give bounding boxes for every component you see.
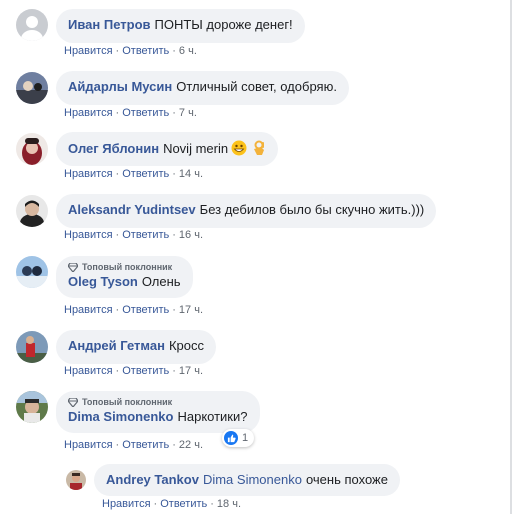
like-button[interactable]: Нравится <box>102 498 151 510</box>
top-fan-badge: Топовый поклонник <box>68 262 181 272</box>
avatar[interactable] <box>16 391 48 423</box>
comment-time[interactable]: 16 ч. <box>179 229 203 241</box>
comment-text: Отличный совет, одобряю. <box>176 79 337 94</box>
comment-actions: Нравится · Ответить · 22 ч. <box>64 439 204 451</box>
reply-button[interactable]: Ответить <box>122 107 169 119</box>
comment-author[interactable]: Олег Яблонин <box>68 141 159 156</box>
like-button[interactable]: Нравится <box>64 365 113 377</box>
comment-time[interactable]: 17 ч. <box>179 304 203 316</box>
reply-button[interactable]: Ответить <box>122 229 169 241</box>
reply-button[interactable]: Ответить <box>122 365 169 377</box>
avatar[interactable] <box>16 195 48 227</box>
like-button[interactable]: Нравится <box>64 107 113 119</box>
comment-actions: Нравится · Ответить · 14 ч. <box>64 168 204 180</box>
ok-hand-emoji <box>250 140 266 159</box>
comment-time[interactable]: 22 ч. <box>179 439 203 451</box>
comment-bubble: Топовый поклонник Oleg Tyson Олень <box>56 256 193 298</box>
avatar[interactable] <box>16 331 48 363</box>
comment-bubble: Андрей Гетман Кросс <box>56 330 216 364</box>
comment-author[interactable]: Айдарлы Мусин <box>68 79 172 94</box>
comment-time[interactable]: 7 ч. <box>179 107 197 119</box>
comment-actions: Нравится · Ответить · 6 ч. <box>64 45 197 57</box>
reaction-count: 1 <box>242 432 249 444</box>
comment-text: Наркотики? <box>177 409 248 424</box>
comment-bubble: Aleksandr Yudintsev Без дебилов было бы с… <box>56 194 437 228</box>
diamond-icon <box>68 397 78 407</box>
reply-button[interactable]: Ответить <box>122 304 169 316</box>
comment-time[interactable]: 17 ч. <box>179 365 203 377</box>
diamond-icon <box>68 262 78 272</box>
comment-bubble: Айдарлы Мусин Отличный совет, одобряю. <box>56 71 349 105</box>
comment-actions: Нравится · Ответить · 18 ч. <box>102 498 242 510</box>
avatar[interactable] <box>16 9 48 41</box>
comment-text: Novij merin <box>163 141 229 156</box>
comment-text: Кросс <box>168 338 204 353</box>
reply-button[interactable]: Ответить <box>122 168 169 180</box>
grinning-face-emoji <box>231 140 247 159</box>
comment-author[interactable]: Андрей Гетман <box>68 338 165 353</box>
comment-author[interactable]: Aleksandr Yudintsev <box>68 202 196 217</box>
like-button[interactable]: Нравится <box>64 45 113 57</box>
reply-button[interactable]: Ответить <box>122 439 169 451</box>
comment-text: Без дебилов было бы скучно жить.))) <box>199 202 425 217</box>
like-button[interactable]: Нравится <box>64 229 113 241</box>
avatar[interactable] <box>16 133 48 165</box>
like-button[interactable]: Нравится <box>64 304 113 316</box>
comment-author[interactable]: Dima Simonenko <box>68 409 173 424</box>
comment-time[interactable]: 14 ч. <box>179 168 203 180</box>
comment-text: очень похоже <box>305 472 388 487</box>
top-fan-badge: Топовый поклонник <box>68 397 248 407</box>
like-button[interactable]: Нравится <box>64 439 113 451</box>
like-icon <box>224 431 238 445</box>
reply-button[interactable]: Ответить <box>122 45 169 57</box>
comment-bubble: Иван Петров ПОНТЫ дороже денег! <box>56 9 305 43</box>
comment-text: Олень <box>141 274 181 289</box>
comment-actions: Нравится · Ответить · 17 ч. <box>64 365 204 377</box>
comment-bubble: Andrey Tankov Dima Simonenko очень похоже <box>94 464 400 496</box>
comment-text: ПОНТЫ дороже денег! <box>154 17 293 32</box>
mention-link[interactable]: Dima Simonenko <box>203 472 302 487</box>
reaction-badge[interactable]: 1 <box>222 429 255 447</box>
avatar[interactable] <box>66 470 86 490</box>
comment-author[interactable]: Andrey Tankov <box>106 472 199 487</box>
comment-author[interactable]: Иван Петров <box>68 17 151 32</box>
avatar[interactable] <box>16 256 48 288</box>
comment-bubble: Олег Яблонин Novij merin <box>56 132 279 166</box>
like-button[interactable]: Нравится <box>64 168 113 180</box>
comment-bubble: Топовый поклонник Dima Simonenko Наркотик… <box>56 391 260 433</box>
avatar[interactable] <box>16 72 48 104</box>
comment-actions: Нравится · Ответить · 7 ч. <box>64 107 197 119</box>
comment-time[interactable]: 18 ч. <box>217 498 241 510</box>
comment-actions: Нравится · Ответить · 16 ч. <box>64 229 204 241</box>
comment-time[interactable]: 6 ч. <box>179 45 197 57</box>
comment-actions: Нравится · Ответить · 17 ч. <box>64 304 204 316</box>
comment-author[interactable]: Oleg Tyson <box>68 274 138 289</box>
reply-button[interactable]: Ответить <box>160 498 207 510</box>
